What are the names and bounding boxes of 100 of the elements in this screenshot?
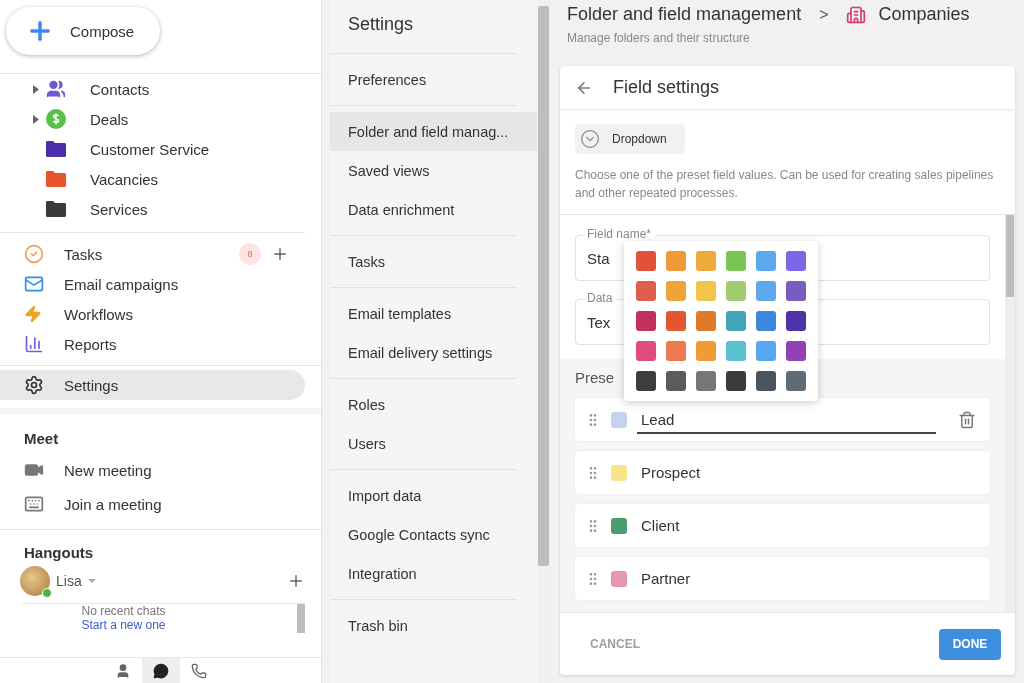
- section-title: Meet: [23, 429, 60, 449]
- color-swatch[interactable]: [611, 411, 627, 428]
- folder-item[interactable]: Contacts: [0, 74, 305, 104]
- settings-menu-item[interactable]: Trash bin: [330, 606, 517, 645]
- avatar[interactable]: [20, 566, 50, 596]
- settings-menu-item[interactable]: Import data: [330, 476, 517, 515]
- color-swatch[interactable]: [611, 517, 627, 534]
- value-label[interactable]: Prospect: [637, 458, 976, 487]
- color-option[interactable]: [636, 251, 656, 271]
- value-label[interactable]: Lead: [637, 405, 936, 434]
- text-field[interactable]: Field name* Sta: [575, 227, 990, 281]
- color-swatch[interactable]: [611, 570, 627, 587]
- nav-item[interactable]: Tasks 8: [0, 239, 289, 269]
- color-option[interactable]: [786, 281, 806, 301]
- color-option[interactable]: [666, 341, 686, 361]
- breadcrumb-current: Companies: [878, 4, 970, 25]
- settings-menu-item[interactable]: Integration: [330, 554, 517, 593]
- folder-icon: [46, 201, 66, 217]
- settings-menu-item[interactable]: Folder and field manag...: [330, 112, 537, 151]
- field-value: Tex: [587, 313, 611, 331]
- settings-icon: [24, 375, 44, 395]
- folder-item[interactable]: Customer Service: [0, 134, 305, 164]
- nav-item[interactable]: Reports: [0, 329, 289, 359]
- color-option[interactable]: [696, 251, 716, 271]
- color-option[interactable]: [756, 251, 776, 271]
- add-icon[interactable]: [271, 245, 289, 263]
- folder-icon: [46, 171, 66, 187]
- color-option[interactable]: [696, 311, 716, 331]
- lightning-icon: [24, 305, 42, 323]
- scrollbar-thumb[interactable]: [538, 6, 549, 566]
- nav-item[interactable]: Workflows: [0, 299, 289, 329]
- color-option[interactable]: [726, 251, 746, 271]
- color-option[interactable]: [636, 371, 656, 391]
- folder-icon: [46, 141, 66, 157]
- text-field[interactable]: Data Tex: [575, 291, 990, 345]
- field-type-label: Dropdown: [612, 132, 667, 146]
- color-option[interactable]: [666, 311, 686, 331]
- preset-value-row[interactable]: Client: [575, 504, 990, 547]
- caret-icon[interactable]: [33, 84, 39, 94]
- color-option[interactable]: [756, 341, 776, 361]
- color-option[interactable]: [636, 341, 656, 361]
- color-option[interactable]: [756, 371, 776, 391]
- page-title[interactable]: Folder and field management: [567, 4, 802, 25]
- scrollbar-thumb[interactable]: [1006, 215, 1014, 297]
- hangouts-tab[interactable]: [141, 658, 180, 683]
- card-title: Field settings: [613, 77, 720, 98]
- color-option[interactable]: [636, 311, 656, 331]
- caret-icon[interactable]: [33, 114, 39, 124]
- settings-menu-item[interactable]: Email delivery settings: [330, 333, 517, 372]
- color-option[interactable]: [666, 251, 686, 271]
- preset-value-row[interactable]: Lead: [575, 398, 990, 441]
- settings-menu-item[interactable]: Data enrichment: [330, 190, 517, 229]
- folder-label: Vacancies: [90, 170, 159, 188]
- nav-label: Reports: [64, 335, 117, 353]
- color-option[interactable]: [786, 341, 806, 361]
- add-icon[interactable]: [287, 572, 305, 590]
- color-option[interactable]: [696, 281, 716, 301]
- meet-item[interactable]: Join a meeting: [0, 487, 305, 521]
- settings-menu-item[interactable]: Saved views: [330, 151, 517, 190]
- nav-label: Join a meeting: [64, 495, 162, 513]
- color-option[interactable]: [786, 311, 806, 331]
- section-title: Hangouts: [23, 543, 95, 563]
- color-swatch[interactable]: [611, 464, 627, 481]
- folder-item[interactable]: Deals: [0, 104, 305, 134]
- settings-menu-item[interactable]: Tasks: [330, 242, 517, 281]
- value-label[interactable]: Partner: [637, 564, 976, 593]
- meet-item[interactable]: New meeting: [0, 453, 305, 487]
- settings-item[interactable]: Settings: [0, 370, 305, 400]
- folder-item[interactable]: Vacancies: [0, 164, 305, 194]
- user-name[interactable]: Lisa: [56, 573, 82, 589]
- preset-value-row[interactable]: Prospect: [575, 451, 990, 494]
- compose-button[interactable]: Compose: [6, 7, 160, 55]
- preset-value-row[interactable]: Partner: [575, 557, 990, 600]
- color-option[interactable]: [726, 311, 746, 331]
- check-circle-icon: [24, 244, 44, 264]
- color-option[interactable]: [786, 371, 806, 391]
- color-option[interactable]: [726, 371, 746, 391]
- settings-menu-item[interactable]: Preferences: [330, 60, 517, 99]
- color-option[interactable]: [756, 281, 776, 301]
- scrollbar-thumb[interactable]: [297, 604, 305, 633]
- start-chat-link[interactable]: Start a new one: [81, 618, 166, 632]
- delete-icon[interactable]: [958, 410, 976, 429]
- value-label[interactable]: Client: [637, 511, 976, 540]
- color-option[interactable]: [696, 371, 716, 391]
- color-option[interactable]: [786, 251, 806, 271]
- settings-menu-item[interactable]: Email templates: [330, 294, 517, 333]
- dollar-icon: [46, 109, 66, 129]
- settings-menu-item[interactable]: Roles: [330, 385, 517, 424]
- folder-item[interactable]: Services: [0, 194, 305, 224]
- nav-item[interactable]: Email campaigns: [0, 269, 289, 299]
- settings-menu-item[interactable]: Google Contacts sync: [330, 515, 517, 554]
- color-option[interactable]: [756, 311, 776, 331]
- color-option[interactable]: [666, 281, 686, 301]
- color-option[interactable]: [726, 281, 746, 301]
- color-option[interactable]: [636, 281, 656, 301]
- color-option[interactable]: [726, 341, 746, 361]
- color-option[interactable]: [666, 371, 686, 391]
- settings-menu-item[interactable]: Users: [330, 424, 517, 463]
- folder-label: Services: [90, 200, 148, 218]
- color-option[interactable]: [696, 341, 716, 361]
